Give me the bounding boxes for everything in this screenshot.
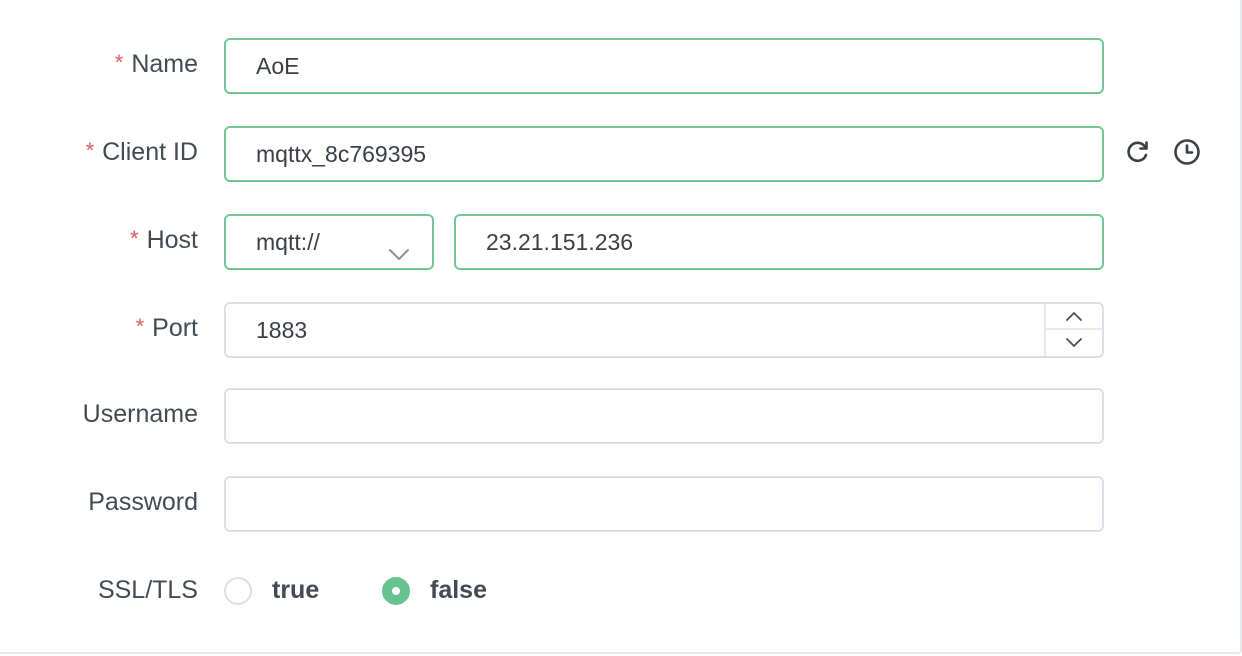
required-mark: * <box>114 50 124 75</box>
clock-icon[interactable] <box>1173 138 1201 166</box>
required-mark: * <box>135 314 145 339</box>
protocol-select-value: mqtt:// <box>256 229 320 255</box>
host-input-value: 23.21.151.236 <box>486 229 634 255</box>
port-stepper <box>1044 304 1102 356</box>
port-label: * Port <box>136 313 198 344</box>
port-decrement-button[interactable] <box>1046 330 1102 356</box>
name-label-text: Name <box>131 50 198 78</box>
client-id-label-text: Client ID <box>102 138 198 166</box>
ssl-false-radio[interactable] <box>382 577 410 605</box>
port-label-text: Port <box>152 314 198 342</box>
port-input[interactable]: 1883 <box>224 302 1104 358</box>
host-input[interactable]: 23.21.151.236 <box>454 214 1104 270</box>
name-input[interactable]: AoE <box>224 38 1104 94</box>
required-mark: * <box>85 138 95 163</box>
password-label: Password <box>88 488 198 516</box>
username-input[interactable] <box>224 388 1104 444</box>
chevron-down-icon <box>1066 338 1082 347</box>
connection-form-card: * Name AoE * Client ID mqttx_8c769395 * Hos… <box>0 0 1242 654</box>
client-id-input[interactable]: mqttx_8c769395 <box>224 126 1104 182</box>
chevron-down-icon <box>388 231 410 260</box>
name-label: * Name <box>115 49 198 80</box>
password-input[interactable] <box>224 476 1104 532</box>
port-input-value: 1883 <box>256 317 308 343</box>
ssl-false-label[interactable]: false <box>430 575 487 605</box>
refresh-icon[interactable] <box>1124 138 1152 166</box>
protocol-select[interactable]: mqtt:// <box>224 214 434 270</box>
host-label-text: Host <box>146 226 198 254</box>
username-label: Username <box>82 400 198 428</box>
ssl-true-label[interactable]: true <box>272 575 319 605</box>
name-input-value: AoE <box>256 53 300 79</box>
client-id-label: * Client ID <box>86 137 198 168</box>
ssl-tls-label: SSL/TLS <box>97 576 198 604</box>
required-mark: * <box>130 226 139 251</box>
ssl-true-radio[interactable] <box>224 577 252 605</box>
port-increment-button[interactable] <box>1046 304 1102 330</box>
chevron-up-icon <box>1066 312 1082 321</box>
host-label: * Host <box>130 225 198 256</box>
client-id-input-value: mqttx_8c769395 <box>256 141 427 167</box>
